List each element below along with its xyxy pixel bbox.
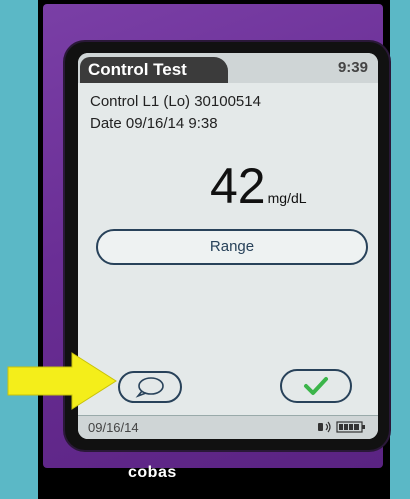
title-bar: Control Test 9:39 <box>78 53 378 83</box>
range-button[interactable]: Range <box>96 229 368 265</box>
battery-icon <box>336 421 365 433</box>
checkmark-icon <box>304 377 328 395</box>
yellow-arrow-annotation <box>7 352 117 410</box>
comment-button[interactable] <box>118 371 182 403</box>
brand-logo: cobas <box>128 464 177 481</box>
clock: 9:39 <box>337 59 368 76</box>
reading-value: 42 <box>210 158 266 214</box>
status-date: 09/16/14 <box>88 420 139 435</box>
screen-title: Control Test <box>80 57 228 83</box>
confirm-button[interactable] <box>280 369 352 403</box>
speech-bubble-icon <box>135 377 164 398</box>
wireless-icon <box>318 421 331 433</box>
device-screen: Control Test 9:39 Control L1 (Lo) 301005… <box>78 53 378 439</box>
control-lot-line: Control L1 (Lo) 30100514 <box>90 93 261 110</box>
test-date-line: Date 09/16/14 9:38 <box>90 115 218 132</box>
status-bar: 09/16/14 <box>78 415 378 439</box>
status-icons <box>316 421 366 433</box>
reading-unit: mg/dL <box>267 190 307 206</box>
reading: 42 mg/dL <box>210 161 307 211</box>
